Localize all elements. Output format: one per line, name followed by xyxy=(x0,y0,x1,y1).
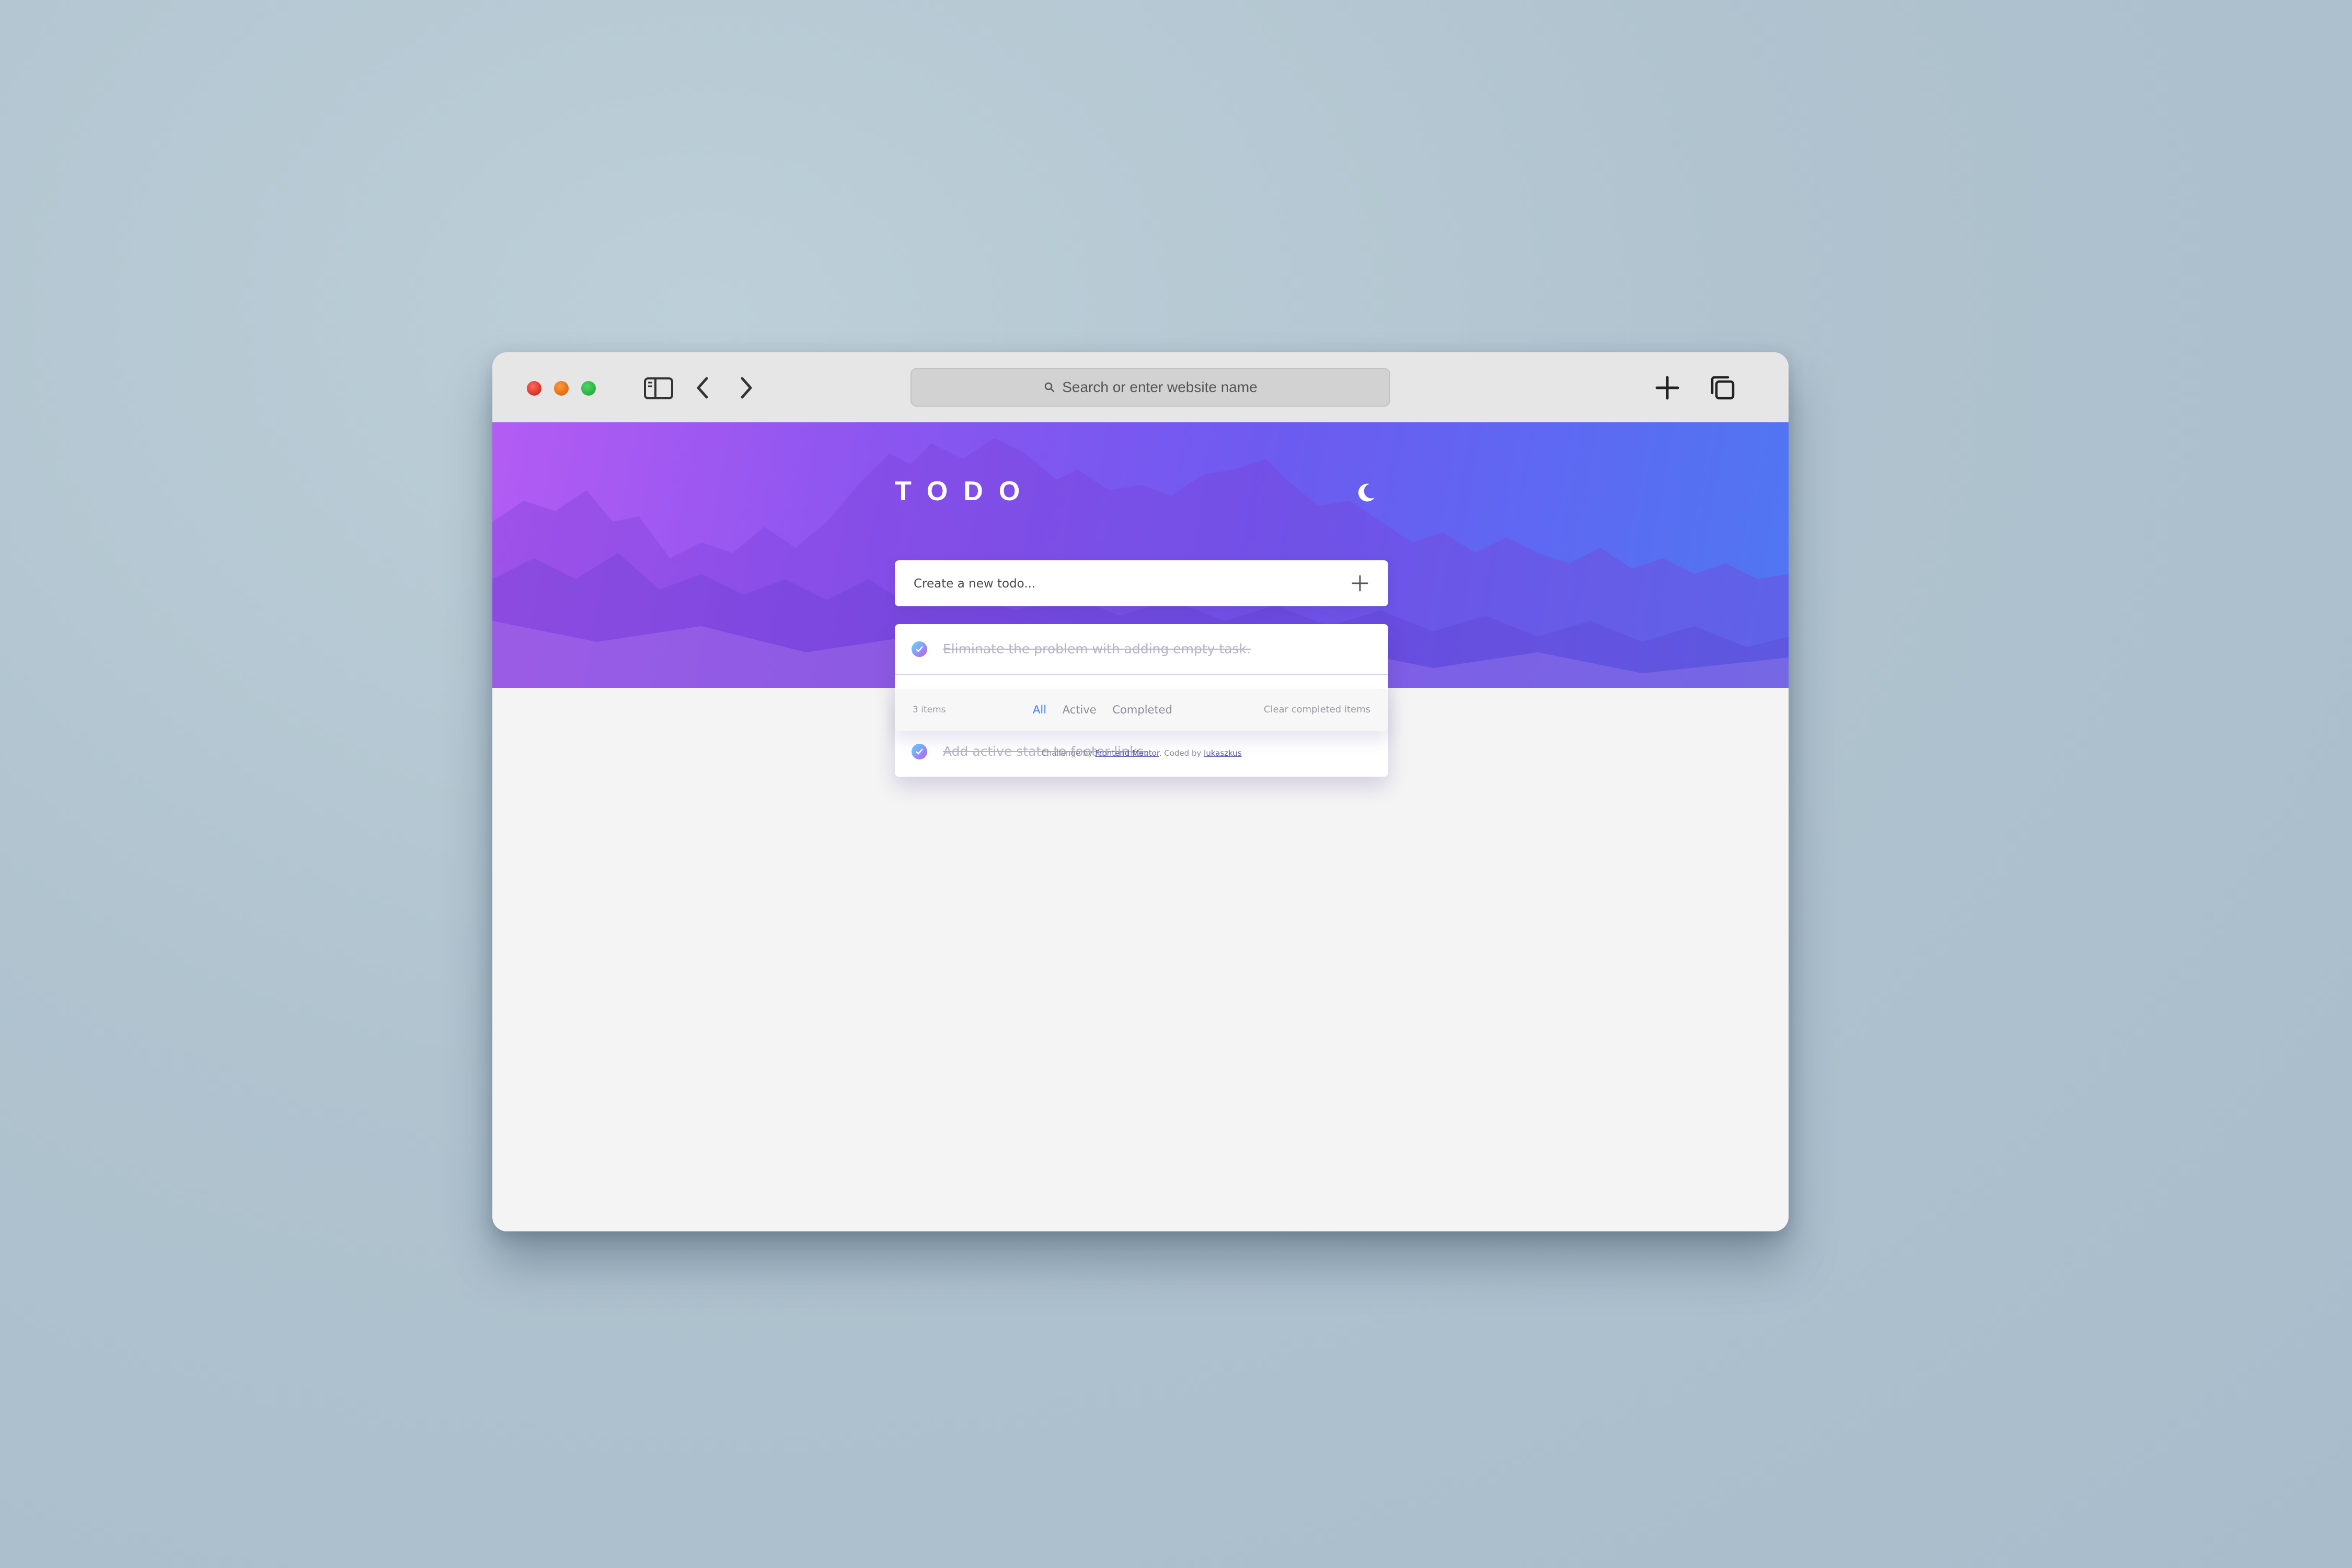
minimize-window-button[interactable] xyxy=(554,381,569,396)
filter-completed[interactable]: Completed xyxy=(1112,704,1172,716)
search-icon xyxy=(1044,382,1055,393)
author-link[interactable]: lukaszkus xyxy=(1204,748,1242,758)
filter-group: All Active Completed xyxy=(1033,689,1185,731)
sidebar-icon[interactable] xyxy=(642,371,675,405)
moon-icon[interactable] xyxy=(1355,481,1378,504)
add-todo-button[interactable] xyxy=(1348,572,1371,595)
check-icon xyxy=(916,646,923,652)
address-bar[interactable]: Search or enter website name xyxy=(910,368,1390,407)
browser-toolbar: Search or enter website name xyxy=(492,352,1789,423)
attribution-middle: . Coded by xyxy=(1159,748,1202,758)
plus-icon xyxy=(1352,575,1368,592)
back-icon[interactable] xyxy=(687,371,720,405)
browser-window: Search or enter website name TODO Create… xyxy=(492,352,1789,1231)
items-count: 3 items xyxy=(913,705,946,715)
todo-text: Eliminate the problem with adding empty … xyxy=(943,641,1251,656)
forward-icon[interactable] xyxy=(729,371,762,405)
clear-completed-button[interactable]: Clear completed items xyxy=(1264,689,1370,731)
close-window-button[interactable] xyxy=(527,381,541,396)
new-todo-input[interactable] xyxy=(913,560,1333,607)
page-title: TODO xyxy=(895,476,1036,506)
zoom-window-button[interactable] xyxy=(581,381,596,396)
attribution: Challenge by Frontend Mentor. Coded by l… xyxy=(895,748,1388,758)
address-placeholder: Search or enter website name xyxy=(1062,379,1258,395)
attribution-prefix: Challenge by xyxy=(1041,748,1093,758)
completed-checkbox[interactable] xyxy=(912,641,927,657)
frontend-mentor-link[interactable]: Frontend Mentor xyxy=(1095,748,1159,758)
todo-footer: 3 items All Active Completed Clear compl… xyxy=(895,689,1388,731)
page-viewport: TODO Create a new todo... Eliminate the … xyxy=(492,422,1789,1231)
todo-item[interactable]: Eliminate the problem with adding empty … xyxy=(895,624,1388,675)
tabs-icon[interactable] xyxy=(1706,371,1739,405)
filter-active[interactable]: Active xyxy=(1063,704,1097,716)
new-todo-field xyxy=(895,560,1388,607)
filter-all[interactable]: All xyxy=(1033,704,1046,716)
plus-icon[interactable] xyxy=(1651,371,1684,405)
